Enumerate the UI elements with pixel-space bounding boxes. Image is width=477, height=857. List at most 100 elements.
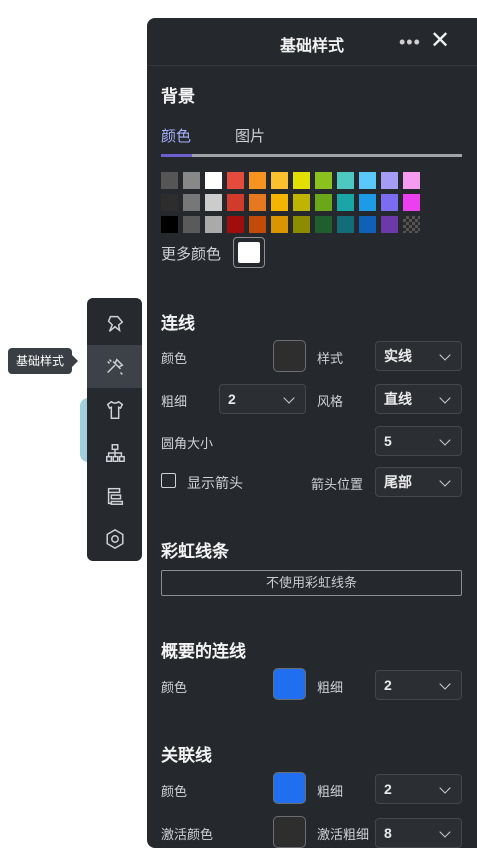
background-section-title: 背景	[161, 87, 195, 106]
color-swatch[interactable]	[161, 216, 178, 233]
chevron-down-icon	[283, 392, 295, 404]
tool-structure[interactable]	[87, 431, 142, 474]
relation-color-label: 颜色	[161, 784, 188, 799]
color-swatch[interactable]	[359, 172, 376, 189]
tab-image[interactable]: 图片	[235, 125, 265, 146]
relation-active-width-select[interactable]: 8	[375, 818, 462, 848]
color-swatch[interactable]	[293, 172, 310, 189]
relation-color-picker[interactable]	[273, 772, 306, 804]
line-width-select[interactable]: 2	[219, 384, 306, 414]
settings-icon	[105, 528, 124, 549]
color-swatch[interactable]	[381, 194, 398, 211]
outline-icon	[107, 487, 123, 505]
tab-underline	[161, 154, 462, 157]
chevron-down-icon	[439, 349, 451, 361]
chevron-down-icon	[439, 678, 451, 690]
more-options-icon[interactable]: •••	[399, 32, 421, 53]
color-swatch[interactable]	[359, 216, 376, 233]
color-swatch[interactable]	[183, 216, 200, 233]
color-swatch[interactable]	[227, 172, 244, 189]
style-panel: 基础样式 ••• ✕ 背景 颜色 图片 更多颜色 连线 颜色 样式 实线 粗细 …	[147, 18, 477, 848]
tool-pin[interactable]	[87, 302, 142, 345]
relation-width-value: 2	[384, 781, 392, 797]
chevron-down-icon	[439, 782, 451, 794]
line-color-picker[interactable]	[273, 340, 306, 372]
line-kind-label: 风格	[317, 394, 344, 409]
tool-theme[interactable]	[87, 388, 142, 431]
color-swatch[interactable]	[183, 172, 200, 189]
color-swatch[interactable]	[271, 216, 288, 233]
chevron-down-icon	[439, 392, 451, 404]
color-swatch[interactable]	[161, 172, 178, 189]
summary-color-picker[interactable]	[273, 668, 306, 700]
chevron-down-icon	[439, 475, 451, 487]
relation-line-section-title: 关联线	[161, 746, 212, 765]
tool-basic-style[interactable]	[87, 345, 142, 388]
color-swatch[interactable]	[227, 216, 244, 233]
color-swatch[interactable]	[271, 194, 288, 211]
color-swatch[interactable]	[403, 194, 420, 211]
line-section-title: 连线	[161, 314, 195, 333]
background-color-picker[interactable]	[233, 237, 265, 268]
close-icon[interactable]: ✕	[430, 26, 450, 55]
arrow-position-value: 尾部	[384, 474, 412, 490]
pin-icon	[107, 315, 123, 332]
tool-outline[interactable]	[87, 474, 142, 517]
panel-header: 基础样式 ••• ✕	[147, 18, 477, 66]
color-swatch[interactable]	[337, 194, 354, 211]
structure-icon	[105, 443, 125, 462]
color-swatch[interactable]	[403, 172, 420, 189]
show-arrow-checkbox[interactable]	[161, 473, 176, 488]
rainbow-line-button[interactable]: 不使用彩虹线条	[161, 570, 462, 596]
summary-color-label: 颜色	[161, 680, 188, 695]
line-radius-label: 圆角大小	[161, 436, 214, 451]
color-swatch[interactable]	[293, 194, 310, 211]
color-swatch[interactable]	[205, 194, 222, 211]
color-swatch[interactable]	[249, 172, 266, 189]
color-swatch[interactable]	[315, 172, 332, 189]
tool-settings[interactable]	[87, 517, 142, 560]
line-kind-select[interactable]: 直线	[375, 384, 462, 414]
line-width-label: 粗细	[161, 394, 188, 409]
color-swatch[interactable]	[161, 194, 178, 211]
summary-line-section-title: 概要的连线	[161, 642, 246, 661]
color-swatch[interactable]	[403, 216, 420, 233]
relation-active-color-label: 激活颜色	[161, 827, 214, 842]
tab-color[interactable]: 颜色	[161, 125, 191, 146]
tooltip: 基础样式	[8, 348, 79, 374]
summary-width-label: 粗细	[317, 680, 344, 695]
arrow-position-select[interactable]: 尾部	[375, 467, 462, 497]
color-swatch[interactable]	[183, 194, 200, 211]
relation-active-width-label: 激活粗细	[317, 827, 370, 842]
color-swatch[interactable]	[359, 194, 376, 211]
color-swatch[interactable]	[315, 194, 332, 211]
line-radius-value: 5	[384, 433, 392, 449]
color-swatch[interactable]	[381, 216, 398, 233]
color-swatch[interactable]	[227, 194, 244, 211]
color-swatch[interactable]	[205, 172, 222, 189]
color-swatch[interactable]	[293, 216, 310, 233]
line-style-label: 样式	[317, 351, 344, 366]
color-swatch[interactable]	[249, 216, 266, 233]
line-style-select[interactable]: 实线	[375, 341, 462, 371]
color-palette	[161, 172, 420, 233]
relation-width-select[interactable]: 2	[375, 774, 462, 804]
shirt-icon	[106, 400, 123, 419]
more-colors-label: 更多颜色	[161, 246, 222, 263]
color-swatch[interactable]	[381, 172, 398, 189]
line-width-value: 2	[228, 391, 236, 407]
current-background-color	[238, 242, 260, 263]
color-swatch[interactable]	[337, 216, 354, 233]
summary-width-select[interactable]: 2	[375, 670, 462, 700]
tab-active-indicator	[161, 154, 192, 157]
color-swatch[interactable]	[337, 172, 354, 189]
color-swatch[interactable]	[315, 216, 332, 233]
style-brush-icon	[106, 357, 124, 375]
rainbow-section-title: 彩虹线条	[161, 542, 229, 561]
relation-active-color-picker[interactable]	[273, 816, 306, 848]
color-swatch[interactable]	[249, 194, 266, 211]
color-swatch[interactable]	[205, 216, 222, 233]
color-swatch[interactable]	[271, 172, 288, 189]
relation-active-width-value: 8	[384, 825, 392, 841]
line-radius-select[interactable]: 5	[375, 426, 462, 456]
